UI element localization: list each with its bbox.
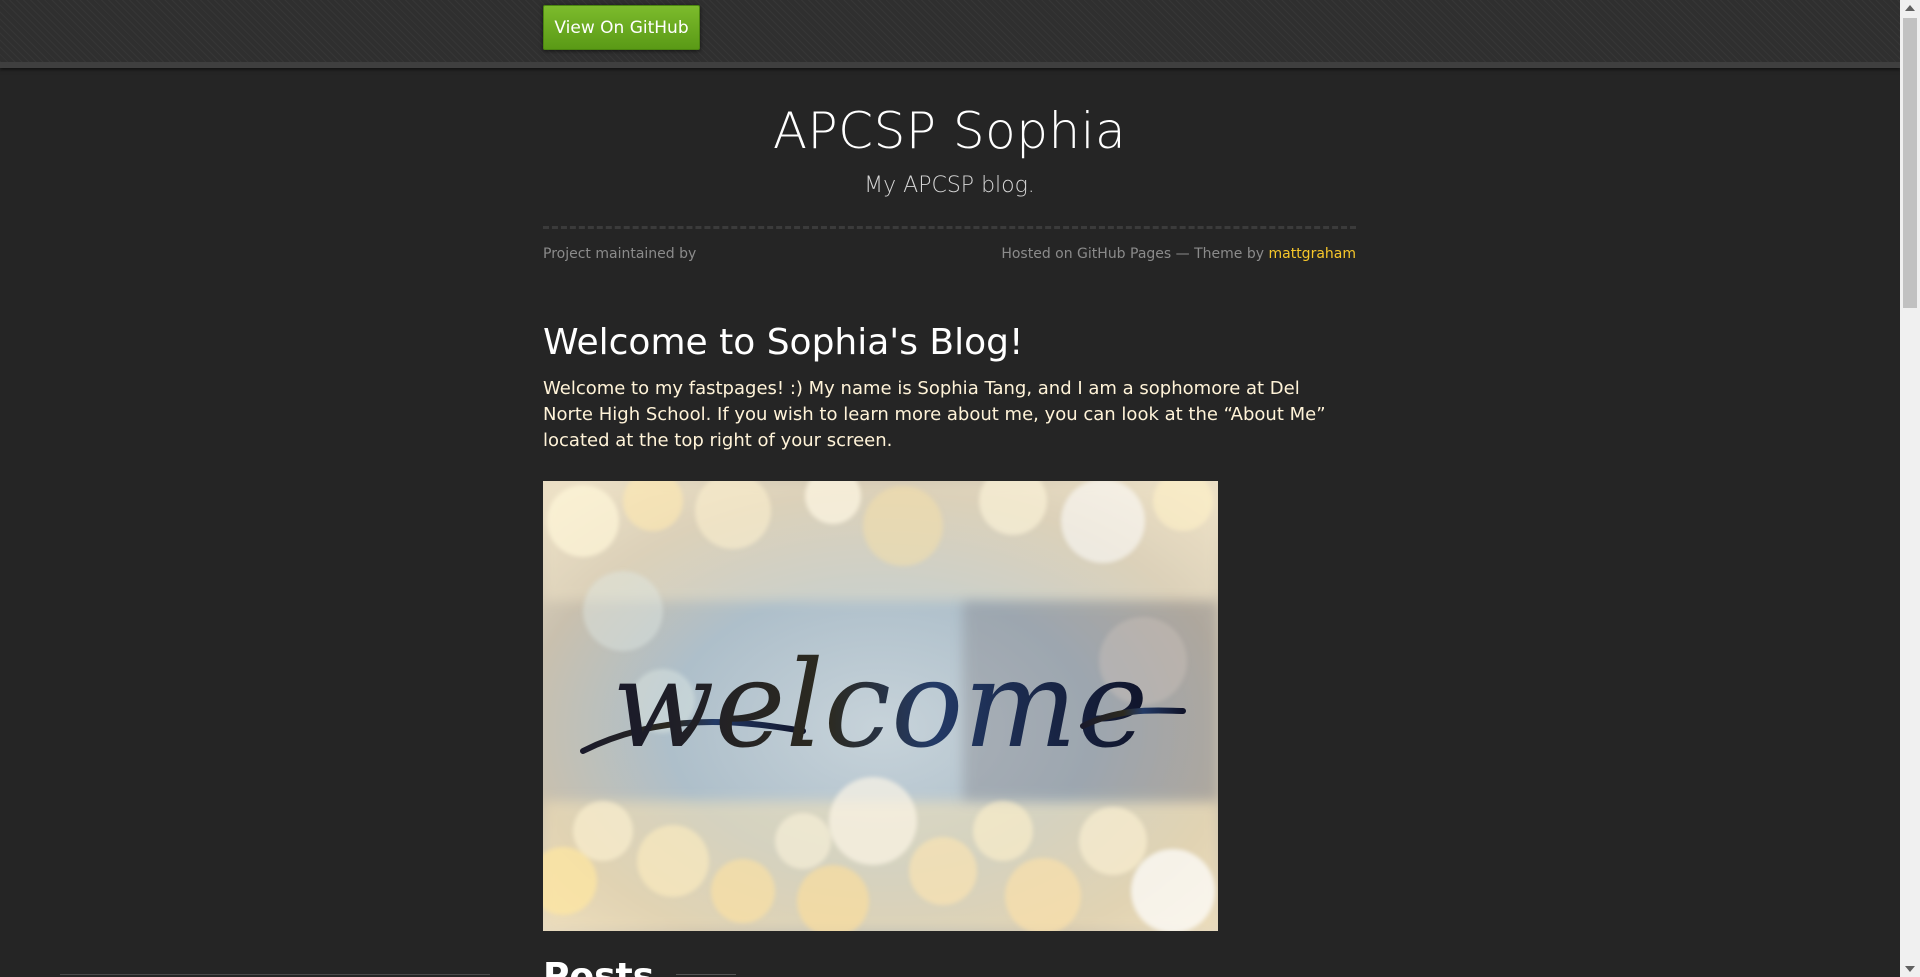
theme-author-link[interactable]: mattgraham xyxy=(1268,246,1356,262)
divider-line xyxy=(676,974,736,975)
hosted-on-text: Hosted on GitHub Pages — Theme by mattgr… xyxy=(1001,246,1356,262)
welcome-image-graphic: welcome xyxy=(543,481,1218,931)
divider-line xyxy=(60,974,490,975)
welcome-image: welcome xyxy=(543,481,1218,931)
scrollbar-thumb[interactable] xyxy=(1903,18,1917,308)
post-body-text: Welcome to my fastpages! :) My name is S… xyxy=(543,378,1326,451)
scroll-down-arrow-icon[interactable] xyxy=(1905,966,1915,972)
post-heading: Welcome to Sophia's Blog! xyxy=(543,322,1024,363)
vertical-scrollbar[interactable] xyxy=(1900,0,1920,977)
view-on-github-button[interactable]: View On GitHub xyxy=(543,5,700,50)
maintained-by-text: Project maintained by xyxy=(543,246,697,262)
posts-heading: Posts xyxy=(543,956,655,977)
site-tagline: My APCSP blog. xyxy=(864,173,1035,198)
page: View On GitHub APCSP Sophia My APCSP blo… xyxy=(0,0,1900,977)
header-divider xyxy=(543,226,1356,229)
site-title: APCSP Sophia xyxy=(772,102,1127,160)
scroll-up-arrow-icon[interactable] xyxy=(1905,5,1915,11)
welcome-script-text: welcome xyxy=(612,636,1148,775)
hosted-on-label: Hosted on GitHub Pages — Theme by xyxy=(1001,246,1269,262)
top-header-bar: View On GitHub xyxy=(0,0,1900,68)
